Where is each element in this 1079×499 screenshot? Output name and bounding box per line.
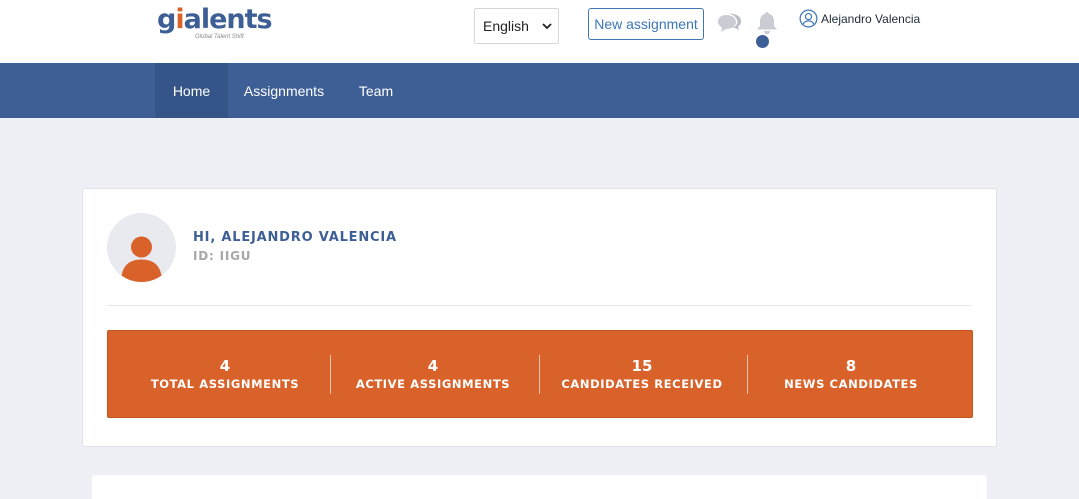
bell-icon[interactable] <box>755 10 779 36</box>
nav-item-home[interactable]: Home <box>155 63 228 118</box>
avatar <box>107 213 176 282</box>
secondary-card <box>92 475 987 499</box>
stat-value: 15 <box>631 357 653 375</box>
logo-tagline: Global Talent Shift <box>195 34 244 40</box>
nav-item-team[interactable]: Team <box>350 63 402 118</box>
stats-panel: 4 TOTAL ASSIGNMENTS 4 ACTIVE ASSIGNMENTS… <box>107 330 973 418</box>
user-avatar-icon <box>121 236 162 282</box>
stat-candidates-received: 15 CANDIDATES RECEIVED <box>538 331 746 419</box>
chat-icon[interactable] <box>717 12 743 34</box>
stat-active-assignments: 4 ACTIVE ASSIGNMENTS <box>329 331 537 419</box>
stat-value: 4 <box>427 357 439 375</box>
new-assignment-button[interactable]: New assignment <box>588 8 704 40</box>
logo-wordmark: gialents <box>157 4 273 35</box>
divider <box>107 305 972 306</box>
greeting-text: HI, ALEJANDRO VALENCIA <box>193 230 397 245</box>
language-select[interactable]: English <box>474 8 559 44</box>
user-circle-icon <box>799 9 818 28</box>
stat-label: NEWS CANDIDATES <box>784 377 918 391</box>
brand-logo[interactable]: gialents Global Talent Shift <box>157 4 273 44</box>
nav-item-assignments[interactable]: Assignments <box>236 63 332 118</box>
user-menu[interactable]: Alejandro Valencia <box>799 9 920 28</box>
user-id-text: ID: IIGU <box>193 249 252 263</box>
stat-value: 4 <box>219 357 231 375</box>
top-header: gialents Global Talent Shift English New… <box>0 0 1079 63</box>
stat-total-assignments: 4 TOTAL ASSIGNMENTS <box>121 331 329 419</box>
stat-news-candidates: 8 NEWS CANDIDATES <box>747 331 955 419</box>
stat-value: 8 <box>845 357 857 375</box>
user-name: Alejandro Valencia <box>821 11 921 26</box>
profile-card: HI, ALEJANDRO VALENCIA ID: IIGU 4 TOTAL … <box>82 188 997 447</box>
main-nav: Home Assignments Team <box>0 63 1079 118</box>
language-selected-value: English <box>483 18 529 34</box>
chevron-down-icon <box>542 23 552 30</box>
stat-label: ACTIVE ASSIGNMENTS <box>355 377 511 391</box>
stat-label: TOTAL ASSIGNMENTS <box>150 377 300 391</box>
stat-label: CANDIDATES RECEIVED <box>561 377 723 391</box>
notification-badge <box>756 35 769 48</box>
